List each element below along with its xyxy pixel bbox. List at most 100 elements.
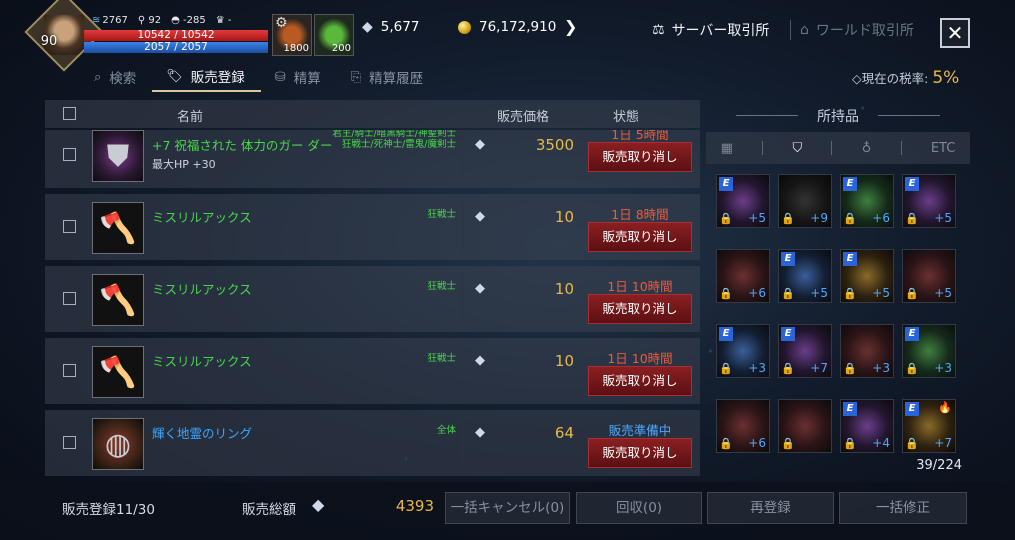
tab-server-exchange[interactable]: ⚖ サーバー取引所 (652, 20, 769, 40)
coins-icon: ⛁ (274, 69, 286, 85)
enhance-level: +3 (934, 361, 952, 375)
chevron-right-icon[interactable]: ❯ (564, 17, 577, 36)
cancel-sale-button[interactable]: 販売取り消し (588, 438, 692, 468)
equipped-badge: E (843, 177, 857, 191)
inventory-slot[interactable]: E 🔒 +3 (716, 324, 770, 378)
table-row[interactable]: 🪓 ミスリルアックス 狂戦士 ◆ 10 1日 10時間 販売取り消し (45, 266, 700, 332)
search-icon: ⌕ (94, 69, 102, 85)
row-checkbox[interactable] (63, 364, 76, 377)
table-row[interactable]: ⛊ +7 祝福された 体力のガー ダー 最大HP +30 君主/騎士/暗黒騎士/… (45, 130, 700, 188)
row-checkbox[interactable] (63, 220, 76, 233)
lock-icon: 🔒 (905, 212, 919, 225)
enhance-level: +7 (810, 361, 828, 375)
inventory-slot[interactable]: 🔒 +6 (716, 249, 770, 303)
divider (462, 346, 463, 396)
potion-slot-hp[interactable]: ⚙ 1800 (272, 14, 312, 56)
cancel-sale-button[interactable]: 販売取り消し (588, 142, 692, 172)
grid-icon[interactable]: ▦ (721, 141, 733, 156)
item-thumbnail[interactable]: 🪓 (92, 202, 144, 254)
inventory-slot[interactable]: E 🔒 +6 (840, 174, 894, 228)
inventory-slot[interactable]: 🔒 (778, 399, 832, 453)
potion-count: 1800 (283, 43, 309, 54)
inventory-slot[interactable]: 🔒 +5 (902, 249, 956, 303)
tab-settlement[interactable]: ⛁ 精算 (261, 62, 337, 92)
re-register-button[interactable]: 再登録 (707, 492, 834, 524)
divider (790, 20, 791, 40)
tab-world-exchange[interactable]: ⌂ ワールド取引所 (800, 20, 914, 40)
enhance-level: +5 (872, 286, 890, 300)
key-icon: ⚲ (137, 15, 149, 26)
equipped-badge: E (781, 252, 795, 266)
collect-button[interactable]: 回収(0) (576, 492, 702, 524)
diamond-icon: ◆ (475, 209, 485, 224)
lock-icon: 🔒 (905, 287, 919, 300)
inventory-slot[interactable]: 🔒 +9 (778, 174, 832, 228)
select-all-checkbox[interactable] (63, 107, 76, 120)
cancel-sale-button[interactable]: 販売取り消し (588, 294, 692, 324)
bulk-edit-button[interactable]: 一括修正 (839, 492, 967, 524)
item-thumbnail[interactable]: ⛊ (92, 130, 144, 182)
gold-coin-icon (458, 20, 471, 34)
inventory-slot[interactable]: 🔒 +3 (840, 324, 894, 378)
column-price: 販売価格 (497, 110, 550, 125)
close-button[interactable]: ✕ (940, 18, 970, 48)
tab-search[interactable]: ⌕ 検索 (80, 62, 152, 92)
inventory-slot[interactable]: E 🔒 +5 (902, 174, 956, 228)
enhance-level: +6 (748, 436, 766, 450)
tab-server-exchange-label: サーバー取引所 (671, 23, 770, 39)
potion-slot-green[interactable]: 200 (314, 14, 354, 56)
top-hud: 90 ≋ 2767 ⚲ 92 ◓ -285 ♛ - 10542 / 10542 2… (0, 0, 1015, 72)
tab-sale-registration[interactable]: 🏷 販売登録 (152, 62, 261, 92)
inventory-slot[interactable]: E 🔒 +3 (902, 324, 956, 378)
lock-icon: 🔒 (905, 437, 919, 450)
inventory-slot[interactable]: E 🔒 +5 (778, 249, 832, 303)
item-class-line: 君主/騎士/暗黒騎士/神聖剣士 (332, 130, 456, 139)
sale-state: 販売準備中 (608, 423, 672, 438)
shield-icon[interactable]: ⛉ (792, 141, 802, 156)
item-thumbnail[interactable]: 🪓 (92, 274, 144, 326)
sale-state: 1日 10時間 (607, 351, 673, 366)
inventory-slot[interactable]: E 🔒 +5 (716, 174, 770, 228)
tab-settlement-history[interactable]: ⎘ 精算履歴 (337, 62, 439, 92)
inventory-slot[interactable]: E 🔒 +7 (778, 324, 832, 378)
table-row[interactable]: 🪓 ミスリルアックス 狂戦士 ◆ 10 1日 8時間 販売取り消し (45, 194, 700, 260)
tab-settlement-label: 精算 (293, 71, 321, 87)
sale-state: 1日 10時間 (607, 279, 673, 294)
table-row[interactable]: 🪓 ミスリルアックス 狂戦士 ◆ 10 1日 10時間 販売取り消し (45, 338, 700, 404)
item-name: 輝く地霊のリング (152, 426, 253, 441)
row-checkbox[interactable] (63, 292, 76, 305)
bulk-cancel-button[interactable]: 一括キャンセル(0) (445, 492, 570, 524)
table-row[interactable]: ◍ 輝く地霊のリング 全体 ◆ 64 販売準備中 販売取り消し (45, 410, 700, 476)
item-thumbnail[interactable]: ◍ (92, 418, 144, 470)
lock-icon: 🔒 (781, 362, 795, 375)
filter-etc[interactable]: ETC (931, 141, 955, 156)
item-thumbnail[interactable]: 🪓 (92, 346, 144, 398)
item-price: 3500 (535, 136, 574, 154)
diamond-icon: ◆ (312, 495, 325, 514)
trophy-icon: ♛ (215, 15, 228, 26)
potion-icon[interactable]: ♁ (862, 141, 872, 156)
inventory-slot[interactable]: E 🔒 +4 (840, 399, 894, 453)
inventory-slot[interactable]: E 🔥 🔒 +7 (902, 399, 956, 453)
diamond-currency: ◆ 5,677 (362, 19, 419, 35)
cancel-sale-button[interactable]: 販売取り消し (588, 366, 692, 396)
power-icon: ≋ (92, 15, 101, 26)
row-checkbox[interactable] (63, 436, 76, 449)
lock-icon: 🔒 (781, 437, 795, 450)
divider (762, 141, 764, 155)
equipped-badge: E (843, 252, 857, 266)
enhance-level: +7 (934, 436, 952, 450)
inventory-slot[interactable]: E 🔒 +5 (840, 249, 894, 303)
gear-icon[interactable]: ⚙ (275, 15, 288, 31)
power-value: 2767 (102, 15, 128, 26)
registration-count: 販売登録11/30 (62, 502, 155, 518)
flame-icon: 🔥 (938, 401, 952, 414)
divider (900, 141, 902, 155)
row-checkbox[interactable] (63, 148, 76, 161)
tab-search-label: 検索 (109, 71, 137, 87)
tax-rate-label: ◇現在の税率: (852, 71, 929, 86)
item-price: 64 (554, 424, 574, 442)
cancel-sale-button[interactable]: 販売取り消し (588, 222, 692, 252)
inventory-slot[interactable]: 🔒 +6 (716, 399, 770, 453)
sales-list[interactable]: ⛊ +7 祝福された 体力のガー ダー 最大HP +30 君主/騎士/暗黒騎士/… (45, 130, 700, 478)
